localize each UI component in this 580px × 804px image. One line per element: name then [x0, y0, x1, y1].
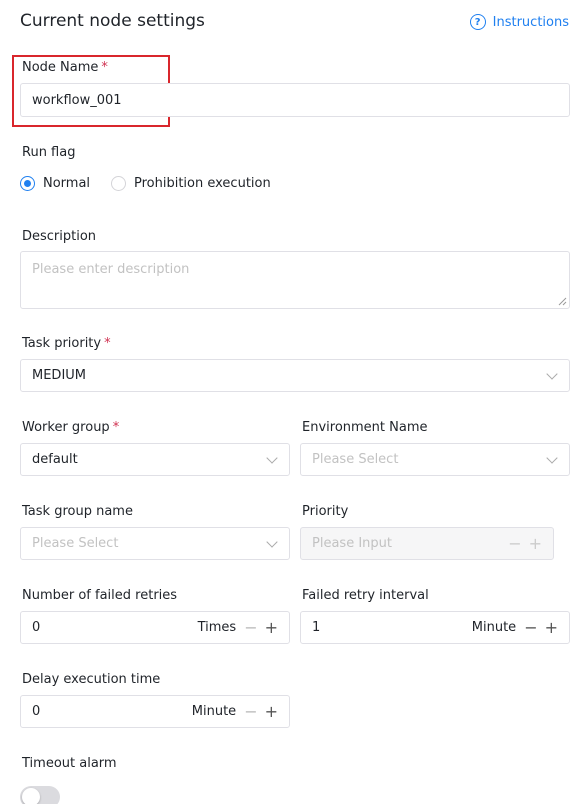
delay-time-label: Delay execution time	[22, 672, 161, 687]
timeout-alarm-toggle[interactable]	[20, 786, 60, 804]
retry-interval-label: Failed retry interval	[302, 588, 429, 603]
chevron-down-icon	[546, 367, 558, 380]
delay-time-value: 0	[32, 704, 41, 719]
failed-retries-label: Number of failed retries	[22, 588, 178, 603]
retry-interval-stepper: − +	[524, 619, 558, 636]
chevron-down-icon	[266, 451, 278, 464]
environment-name-placeholder: Please Select	[312, 452, 399, 467]
priority-placeholder: Please Input	[312, 536, 392, 551]
resize-handle-icon[interactable]	[558, 297, 567, 306]
retry-interval-unit: Minute	[471, 620, 517, 635]
task-group-name-placeholder: Please Select	[32, 536, 119, 551]
failed-retries-value: 0	[32, 620, 41, 635]
worker-group-value: default	[32, 452, 78, 467]
radio-normal[interactable]: Normal	[20, 176, 90, 191]
description-textarea[interactable]: Please enter description	[20, 251, 570, 309]
worker-group-label-text: Worker group	[22, 420, 110, 435]
task-group-name-label: Task group name	[22, 504, 133, 519]
radio-unchecked-icon	[111, 176, 126, 191]
retry-interval-value: 1	[312, 620, 321, 635]
required-mark: *	[112, 420, 120, 435]
node-name-label: Node Name *	[22, 60, 108, 75]
retry-interval-input[interactable]: 1 Minute − +	[300, 611, 570, 644]
radio-normal-label: Normal	[43, 176, 91, 191]
node-name-label-text: Node Name	[22, 60, 99, 75]
radio-checked-icon	[20, 176, 35, 191]
instructions-link[interactable]: ? Instructions	[469, 14, 569, 30]
environment-name-label: Environment Name	[302, 420, 428, 435]
failed-retries-input[interactable]: 0 Times − +	[20, 611, 290, 644]
worker-group-label: Worker group *	[22, 420, 119, 435]
description-placeholder: Please enter description	[32, 262, 190, 277]
task-priority-value: MEDIUM	[32, 368, 87, 383]
node-name-input[interactable]: workflow_001	[20, 83, 570, 117]
chevron-down-icon	[546, 451, 558, 464]
help-circle-icon: ?	[469, 14, 486, 30]
plus-icon[interactable]: +	[265, 703, 278, 720]
delay-time-input[interactable]: 0 Minute − +	[20, 695, 290, 728]
run-flag-label: Run flag	[22, 145, 76, 160]
task-priority-label-text: Task priority	[22, 336, 102, 351]
radio-prohibition-label: Prohibition execution	[134, 176, 271, 191]
page-title: Current node settings	[20, 11, 205, 31]
task-group-name-select[interactable]: Please Select	[20, 527, 290, 560]
plus-icon[interactable]: +	[545, 619, 558, 636]
priority-stepper: − +	[508, 533, 542, 553]
instructions-label: Instructions	[492, 14, 569, 30]
node-name-value: workflow_001	[32, 92, 122, 108]
radio-prohibition-execution[interactable]: Prohibition execution	[111, 176, 271, 191]
delay-time-stepper: − +	[244, 703, 278, 720]
priority-input: Please Input − +	[300, 527, 554, 560]
failed-retries-unit: Times	[197, 620, 237, 635]
required-mark: *	[104, 336, 111, 351]
task-priority-label: Task priority *	[22, 336, 111, 351]
minus-icon[interactable]: −	[524, 619, 537, 636]
description-label: Description	[22, 229, 97, 244]
delay-time-unit: Minute	[191, 704, 237, 719]
plus-icon: +	[528, 533, 542, 553]
timeout-alarm-label: Timeout alarm	[22, 756, 117, 771]
minus-icon: −	[508, 533, 522, 553]
priority-label: Priority	[302, 504, 349, 519]
worker-group-select[interactable]: default	[20, 443, 290, 476]
minus-icon[interactable]: −	[244, 703, 257, 720]
task-priority-select[interactable]: MEDIUM	[20, 359, 570, 392]
minus-icon[interactable]: −	[244, 619, 257, 636]
chevron-down-icon	[266, 535, 278, 548]
environment-name-select[interactable]: Please Select	[300, 443, 570, 476]
required-mark: *	[101, 60, 108, 75]
plus-icon[interactable]: +	[265, 619, 278, 636]
failed-retries-stepper: − +	[244, 619, 278, 636]
